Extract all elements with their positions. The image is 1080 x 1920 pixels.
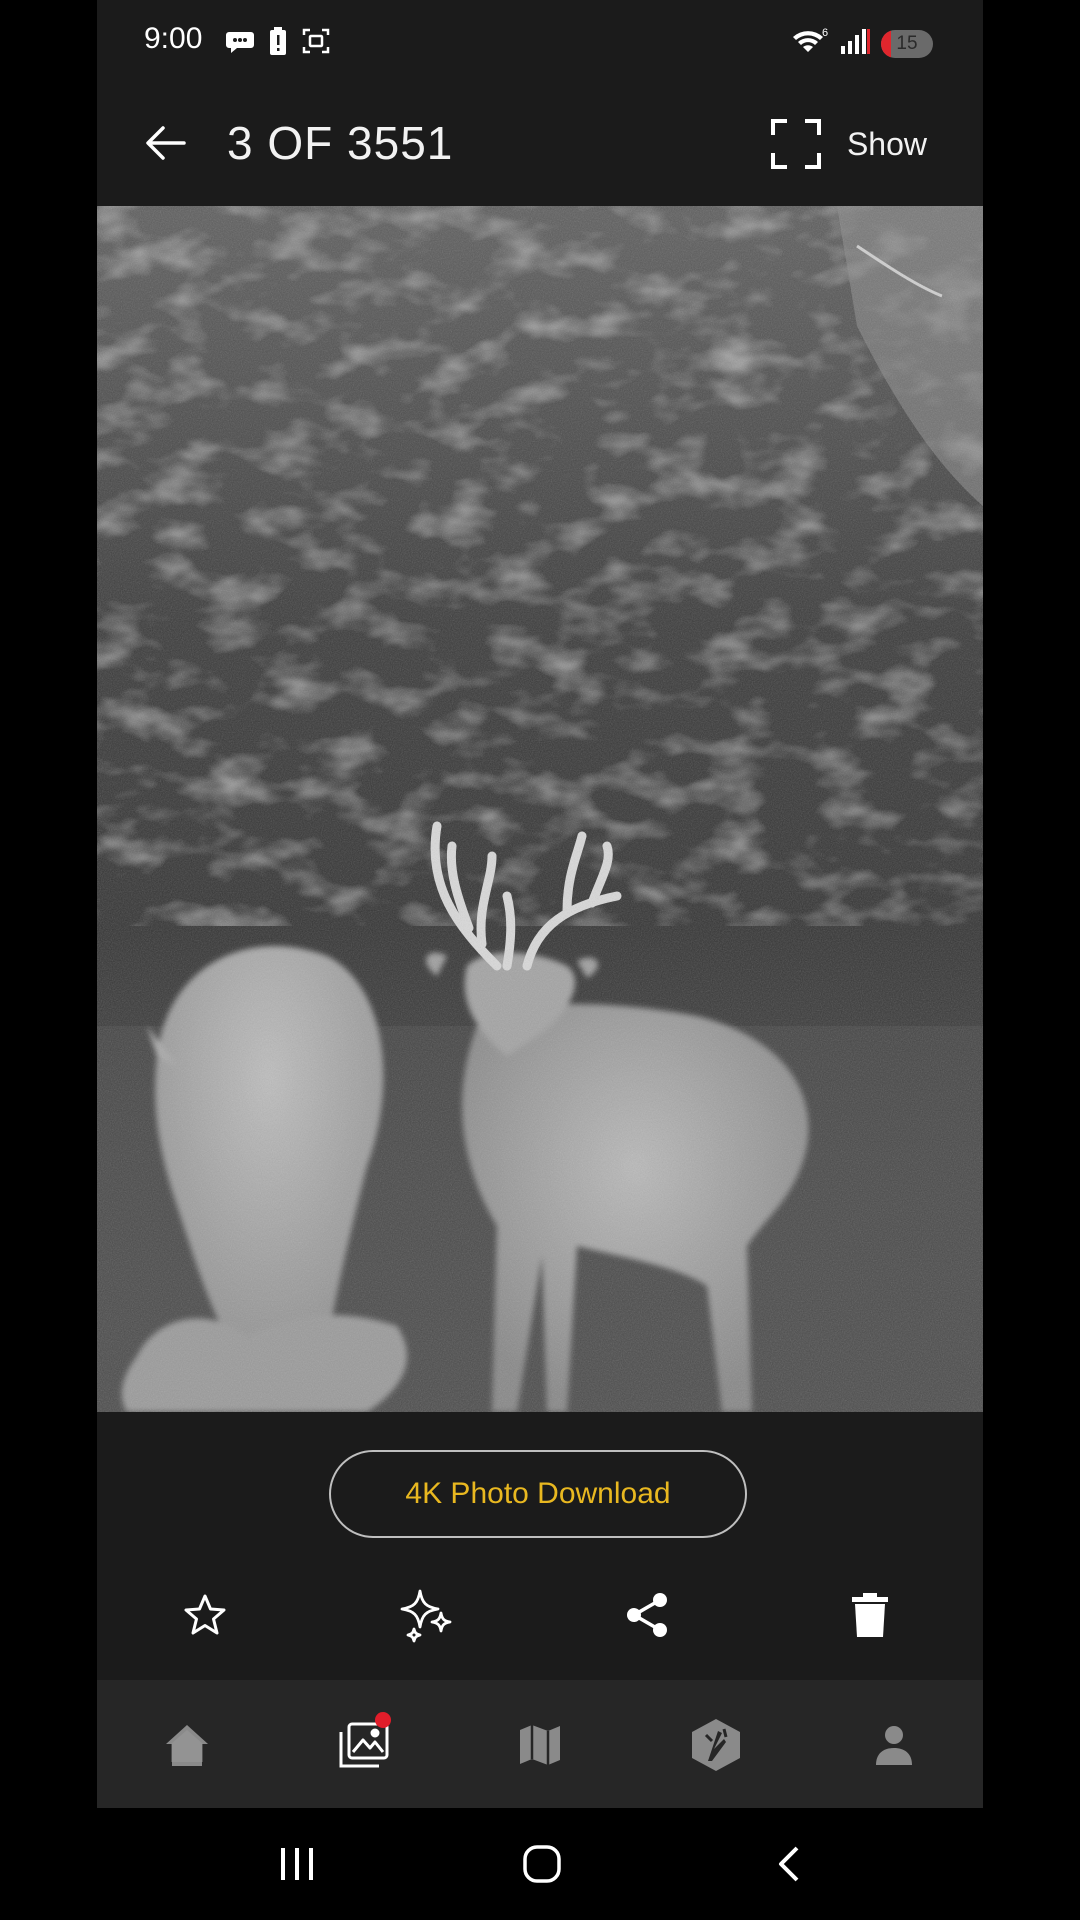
recents-button[interactable] (265, 1832, 329, 1896)
photo-counter: 3 OF 3551 (227, 117, 454, 169)
profile-icon (876, 1726, 912, 1765)
star-icon (184, 1594, 226, 1635)
back-system-button[interactable] (757, 1832, 821, 1896)
share-icon (627, 1593, 667, 1637)
home-icon (166, 1725, 208, 1766)
delete-button[interactable] (835, 1580, 905, 1650)
status-time: 9:00 (144, 22, 203, 55)
deer-photo-image (97, 206, 983, 1412)
nav-profile[interactable] (859, 1710, 929, 1780)
signal-icon (839, 26, 871, 61)
photo-actions (97, 1580, 983, 1650)
screenshot-icon (301, 26, 331, 61)
photo-header: 3 OF 3551 Show (97, 84, 983, 206)
nav-gallery[interactable] (329, 1710, 399, 1780)
chat-icon (225, 26, 255, 61)
status-icons-right: 6 15 (789, 26, 933, 61)
trail-camera-photo[interactable] (97, 206, 983, 1412)
map-icon (520, 1725, 560, 1765)
trash-icon (852, 1593, 888, 1637)
home-circle-icon (523, 1845, 561, 1883)
fullscreen-icon (770, 119, 821, 169)
network-superscript: 6 (822, 27, 828, 39)
nav-brand[interactable] (681, 1710, 751, 1780)
phone-screen: 9:00 6 15 3 OF 3551 Show 4K Photo Downlo… (97, 0, 983, 1920)
battery-alert-icon (267, 26, 289, 61)
nav-home[interactable] (152, 1710, 222, 1780)
back-button[interactable] (139, 116, 193, 170)
system-nav-bar (97, 1808, 983, 1920)
status-icons-left (225, 26, 331, 61)
share-button[interactable] (613, 1580, 683, 1650)
show-label: Show (846, 125, 927, 162)
home-system-button[interactable] (510, 1832, 574, 1896)
battery-indicator: 15 (881, 29, 933, 58)
show-fullscreen-button[interactable]: Show (770, 114, 927, 174)
back-chevron-icon (779, 1846, 799, 1882)
status-bar: 9:00 6 15 (97, 0, 983, 84)
antler-logo-icon (692, 1719, 740, 1771)
recents-icon (281, 1848, 313, 1880)
nav-map[interactable] (505, 1710, 575, 1780)
enhance-button[interactable] (391, 1580, 461, 1650)
sparkle-icon (400, 1589, 452, 1643)
wifi-icon: 6 (789, 26, 829, 61)
battery-level: 15 (896, 32, 918, 54)
favorite-button[interactable] (170, 1580, 240, 1650)
bottom-nav (97, 1680, 983, 1808)
4k-photo-download-button[interactable]: 4K Photo Download (329, 1450, 747, 1538)
gallery-badge-dot (375, 1712, 391, 1728)
arrow-left-icon (146, 126, 186, 160)
